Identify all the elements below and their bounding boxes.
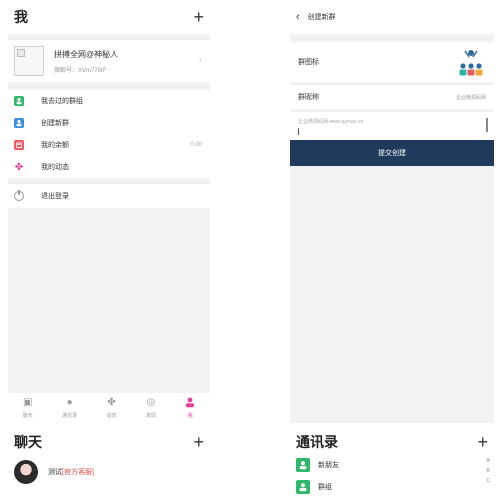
contact-item-groups[interactable]: 群组 [290, 476, 494, 498]
me-screen: 我 + 拼搏全网@神秘人 微聊号：XVm779rF › 我去过的群组 创建新群 [8, 0, 210, 423]
chat-icon: ▣ [22, 397, 33, 408]
textarea-scrollbar[interactable] [486, 118, 488, 132]
tab-me[interactable]: 我 [185, 397, 195, 419]
chat-title: 聊天 [14, 434, 42, 450]
menu-item-label: 我的动态 [41, 164, 69, 171]
contact-item-new-friends[interactable]: 新朋友 [290, 454, 494, 476]
chat-name: 测试[官方客服] [48, 467, 94, 477]
profile-name: 拼搏全网@神秘人 [54, 49, 119, 59]
submit-create-button[interactable]: 提交创建 [290, 140, 494, 166]
pinwheel-icon: ✤ [14, 161, 24, 173]
contacts-title: 通讯录 [296, 434, 338, 450]
menu-item-create-group[interactable]: 创建新群 [8, 112, 210, 134]
person-add-icon [14, 118, 24, 128]
plus-icon[interactable]: + [193, 8, 204, 26]
menu-item-label: 创建新群 [41, 120, 69, 127]
contacts-header: 通讯录 + [290, 430, 494, 454]
plus-icon[interactable]: + [477, 433, 488, 451]
contacts-screen: 通讯录 + 新朋友 群组 A B C [290, 430, 494, 500]
group-icon [296, 480, 310, 494]
contacts-icon: ● [66, 397, 73, 408]
chat-contact-tag: [官方客服] [62, 469, 94, 476]
chat-header: 聊天 + [8, 430, 210, 454]
menu-item-label: 我去过的群组 [41, 98, 83, 105]
index-letter[interactable]: A [486, 456, 490, 466]
group-description-textarea[interactable]: 企业微源码网-www.qymao.cn [290, 112, 494, 140]
contact-item-label: 新朋友 [318, 462, 339, 469]
pinwheel-icon: ✤ [107, 397, 116, 408]
tab-discover[interactable]: ◎ 发现 [146, 397, 156, 419]
tab-chat[interactable]: ▣ 聊天 [23, 397, 33, 419]
text-caret [298, 128, 299, 135]
alphabet-index[interactable]: A B C [486, 456, 490, 486]
back-icon[interactable]: ‹ [296, 11, 300, 23]
create-group-screen: ‹ 创建新群 群图标 群昵称 企业微源码网 企业微源码网-www.qymao.c… [290, 0, 494, 423]
tab-contacts[interactable]: ● 通讯录 [62, 397, 77, 419]
menu-item-label: 我的余额 [41, 142, 69, 149]
logout-label: 退出登录 [41, 193, 69, 200]
person-add-icon [296, 458, 310, 472]
power-icon [14, 190, 24, 201]
menu-item-moments[interactable]: ✤ 我的动态 [8, 156, 210, 178]
create-group-header: ‹ 创建新群 [290, 0, 494, 34]
logout-button[interactable]: 退出登录 [8, 184, 210, 208]
profile-card[interactable]: 拼搏全网@神秘人 微聊号：XVm779rF › [8, 40, 210, 82]
tab-label: 我 [187, 413, 193, 419]
tab-label: 聊天 [22, 413, 33, 419]
group-name-input[interactable]: 企业微源码网 [456, 94, 486, 101]
group-name-field[interactable]: 群昵称 企业微源码网 [290, 85, 494, 109]
chevron-right-icon: › [198, 55, 202, 66]
group-icon [14, 96, 24, 106]
plus-icon[interactable]: + [193, 433, 204, 451]
group-avatar-icon[interactable] [456, 47, 486, 77]
tab-label: 发现 [145, 413, 156, 419]
chat-screen: 聊天 + 测试[官方客服] [8, 430, 210, 500]
index-letter[interactable]: B [486, 466, 490, 476]
index-letter[interactable]: C [486, 476, 490, 486]
user-icon [185, 397, 195, 409]
page-title: 创建新群 [307, 14, 336, 21]
profile-id: 微聊号：XVm779rF [54, 67, 107, 74]
avatar [14, 460, 38, 484]
group-icon-label: 群图标 [298, 59, 319, 66]
menu-item-balance[interactable]: 我的余额 0.00 [8, 134, 210, 156]
bottom-tabbar: ▣ 聊天 ● 通讯录 ✤ 动态 ◎ 发现 我 [8, 393, 210, 423]
me-menu: 我去过的群组 创建新群 我的余额 0.00 ✤ 我的动态 [8, 90, 210, 178]
list-item[interactable]: 测试[官方客服] [8, 454, 210, 490]
avatar [14, 46, 44, 76]
tab-label: 通讯录 [62, 413, 78, 419]
menu-item-visited-groups[interactable]: 我去过的群组 [8, 90, 210, 112]
tab-label: 动态 [106, 413, 117, 419]
group-description-text: 企业微源码网-www.qymao.cn [298, 119, 364, 125]
tab-moments[interactable]: ✤ 动态 [106, 397, 116, 419]
me-header: 我 + [8, 0, 210, 34]
group-name-label: 群昵称 [298, 94, 319, 101]
group-icon-field[interactable]: 群图标 [290, 42, 494, 82]
me-title: 我 [14, 9, 28, 25]
wallet-icon [14, 140, 24, 150]
balance-value: 0.00 [190, 142, 202, 148]
contact-item-label: 群组 [318, 484, 332, 491]
chat-contact-name: 测试 [48, 469, 62, 476]
compass-icon: ◎ [146, 397, 156, 408]
